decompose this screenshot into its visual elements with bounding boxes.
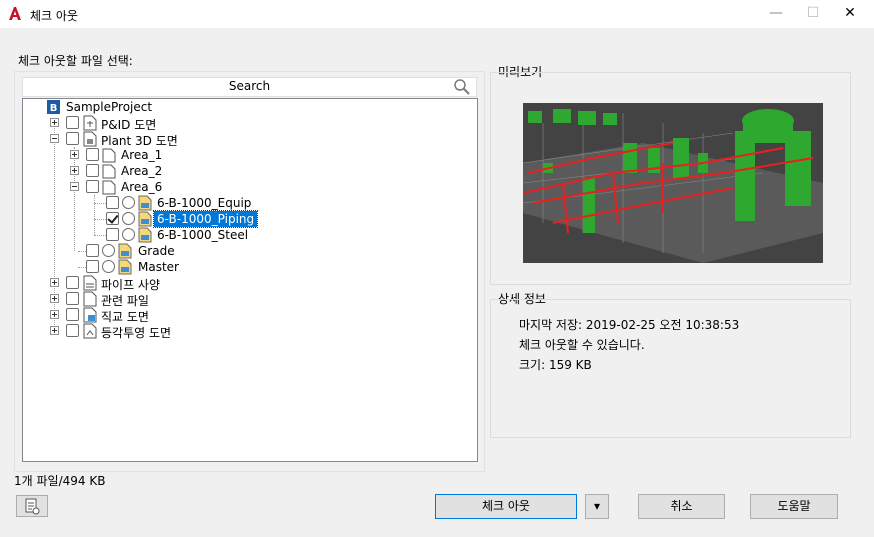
- tree-checkbox[interactable]: [66, 276, 79, 289]
- tree-item-master[interactable]: Master: [23, 259, 323, 275]
- status-radio[interactable]: [102, 260, 115, 273]
- iso-drawing-icon: [83, 323, 97, 339]
- tree-item-equip[interactable]: 6-B-1000_Equip: [23, 195, 323, 211]
- expand-toggle[interactable]: [70, 150, 79, 159]
- dwg-file-icon: [118, 243, 132, 259]
- status-radio[interactable]: [122, 228, 135, 241]
- window-title: 체크 아웃: [30, 9, 78, 23]
- area-folder-icon: [102, 148, 116, 163]
- tree-item-label: 6-B-1000_Piping: [152, 210, 259, 228]
- tree-item-steel[interactable]: 6-B-1000_Steel: [23, 227, 323, 243]
- tree-item-piping[interactable]: 6-B-1000_Piping: [23, 210, 323, 228]
- tree-checkbox[interactable]: [106, 196, 119, 209]
- tree-item-label: Grade: [138, 244, 175, 258]
- plant-folder-icon: [83, 131, 97, 147]
- dwg-file-icon: [138, 195, 152, 211]
- preview-image: [523, 103, 823, 263]
- tree-item-area1[interactable]: Area_1: [23, 147, 323, 163]
- area-folder-icon: [102, 164, 116, 179]
- tree-checkbox[interactable]: [106, 212, 119, 225]
- help-button[interactable]: 도움말: [750, 494, 838, 519]
- tree-item-root[interactable]: B SampleProject: [23, 99, 323, 115]
- project-tree[interactable]: B SampleProject P&ID 도면 Plant 3D 도면 Area…: [22, 98, 478, 462]
- project-icon: B: [47, 100, 60, 114]
- tree-item-label: SampleProject: [66, 100, 153, 114]
- collapse-toggle[interactable]: [70, 182, 79, 191]
- tree-checkbox[interactable]: [86, 148, 99, 161]
- title-bar: [0, 0, 874, 28]
- collapse-toggle[interactable]: [50, 134, 59, 143]
- status-radio[interactable]: [102, 244, 115, 257]
- tree-item-area2[interactable]: Area_2: [23, 163, 323, 179]
- ortho-drawing-icon: [83, 307, 97, 323]
- status-radio[interactable]: [122, 212, 135, 225]
- tree-item-label: Area_2: [121, 164, 163, 178]
- tree-checkbox[interactable]: [66, 308, 79, 321]
- tree-item-pid[interactable]: P&ID 도면: [23, 115, 323, 132]
- checkout-status-text: 체크 아웃할 수 있습니다.: [519, 338, 645, 352]
- select-files-label: 체크 아웃할 파일 선택:: [18, 54, 133, 68]
- tree-item-plant3d[interactable]: Plant 3D 도면: [23, 131, 323, 148]
- tree-checkbox[interactable]: [86, 164, 99, 177]
- tree-checkbox[interactable]: [106, 228, 119, 241]
- related-files-icon: [83, 291, 97, 307]
- pid-drawing-icon: [83, 115, 97, 131]
- pipe-spec-icon: [83, 275, 97, 291]
- tree-item-area6[interactable]: Area_6: [23, 179, 323, 195]
- expand-toggle[interactable]: [50, 118, 59, 127]
- tree-item-label: Area_6: [121, 180, 163, 194]
- checkout-button[interactable]: 체크 아웃: [435, 494, 577, 519]
- tree-checkbox[interactable]: [66, 324, 79, 337]
- close-button[interactable]: ✕: [829, 0, 871, 28]
- tree-item-label: 6-B-1000_Equip: [157, 196, 252, 210]
- tree-checkbox[interactable]: [66, 132, 79, 145]
- cancel-button[interactable]: 취소: [638, 494, 725, 519]
- dwg-file-icon: [118, 259, 132, 275]
- selection-summary: 1개 파일/494 KB: [14, 474, 106, 488]
- autocad-logo-icon: [9, 7, 21, 20]
- expand-toggle[interactable]: [70, 166, 79, 175]
- tree-checkbox[interactable]: [86, 260, 99, 273]
- tree-item-label: Master: [138, 260, 179, 274]
- tree-item-iso[interactable]: 등각투영 도면: [23, 323, 323, 340]
- list-view-button[interactable]: [16, 495, 48, 517]
- tree-item-label: Area_1: [121, 148, 163, 162]
- list-icon: [25, 498, 40, 515]
- svg-text:B: B: [50, 103, 58, 114]
- expand-toggle[interactable]: [50, 326, 59, 335]
- tree-item-pipespec[interactable]: 파이프 사양: [23, 275, 323, 292]
- tree-checkbox[interactable]: [86, 244, 99, 257]
- tree-item-grade[interactable]: Grade: [23, 243, 323, 259]
- expand-toggle[interactable]: [50, 278, 59, 287]
- checkout-options-dropdown[interactable]: ▾: [585, 494, 609, 519]
- dwg-file-icon: [138, 227, 152, 243]
- tree-checkbox[interactable]: [66, 116, 79, 129]
- area-folder-icon: [102, 180, 116, 195]
- tree-item-label: 6-B-1000_Steel: [157, 228, 249, 242]
- expand-toggle[interactable]: [50, 310, 59, 319]
- minimize-button[interactable]: —: [755, 0, 797, 28]
- status-radio[interactable]: [122, 196, 135, 209]
- expand-toggle[interactable]: [50, 294, 59, 303]
- tree-checkbox[interactable]: [66, 292, 79, 305]
- maximize-button[interactable]: ☐: [792, 0, 834, 28]
- search-icon[interactable]: [453, 78, 471, 96]
- tree-checkbox[interactable]: [86, 180, 99, 193]
- dwg-file-icon: [138, 211, 152, 227]
- search-placeholder: Search: [228, 79, 271, 93]
- tree-item-label: 등각투영 도면: [101, 326, 172, 340]
- search-input[interactable]: Search: [22, 77, 477, 97]
- last-saved-text: 마지막 저장: 2019-02-25 오전 10:38:53: [519, 318, 740, 332]
- tree-item-related[interactable]: 관련 파일: [23, 291, 323, 308]
- tree-item-ortho[interactable]: 직교 도면: [23, 307, 323, 324]
- file-size-text: 크기: 159 KB: [519, 358, 592, 372]
